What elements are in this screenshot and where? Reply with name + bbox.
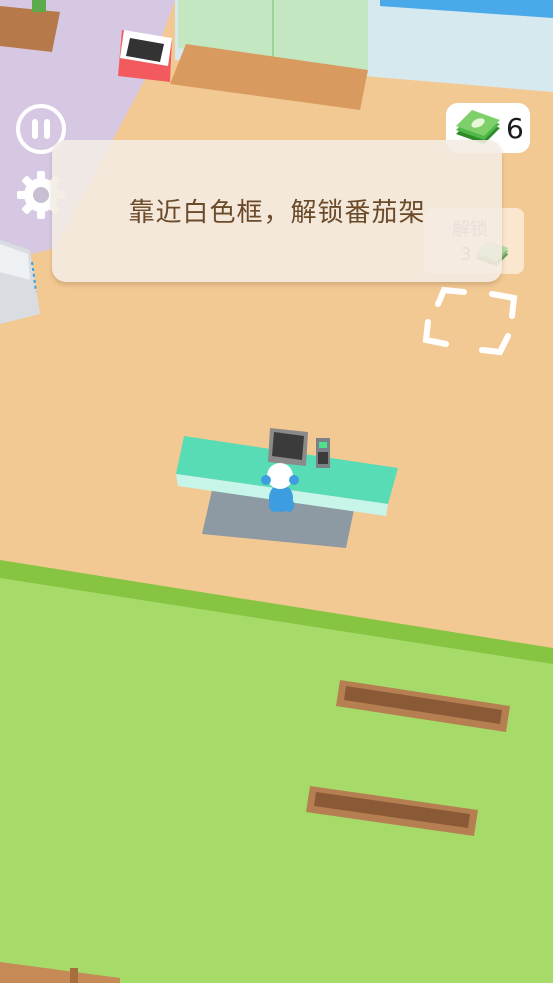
money-value: 6 [506, 111, 524, 145]
tutorial-tip: 靠近白色框，解锁番茄架 [52, 140, 502, 282]
red-box [118, 30, 172, 82]
pause-icon-bar [44, 119, 50, 139]
tip-text: 靠近白色框，解锁番茄架 [128, 197, 426, 228]
pause-icon [32, 119, 38, 139]
unlock-target-frame[interactable] [422, 286, 518, 356]
plant-box [0, 6, 60, 52]
